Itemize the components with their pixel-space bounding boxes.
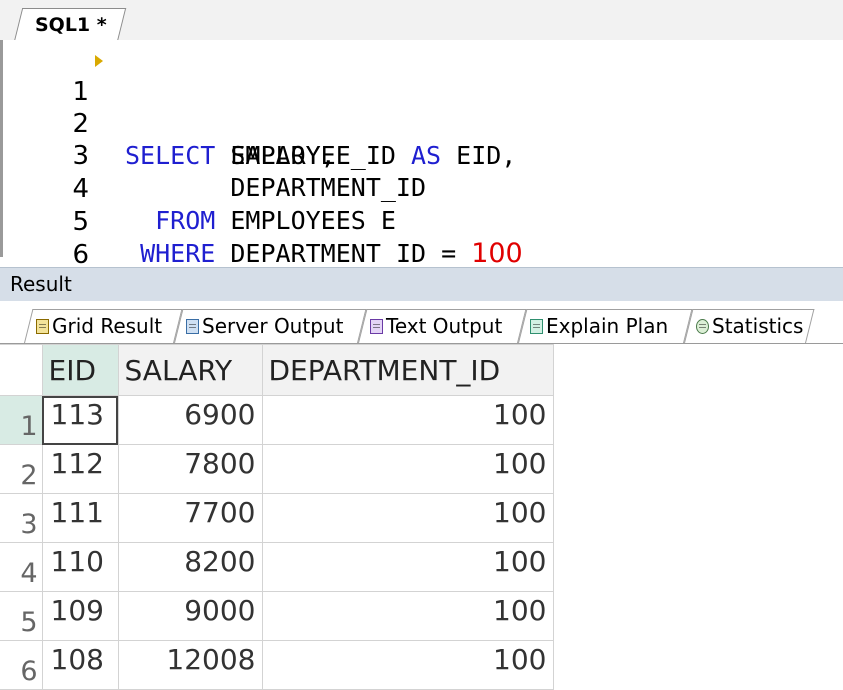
result-panel-title: Result (10, 272, 72, 296)
tab-label: Server Output (202, 314, 344, 338)
code-line[interactable]: 2 SALARY, (3, 76, 843, 170)
result-tab-bar: Grid Result Server Output Text Output Ex… (0, 301, 843, 344)
grid-result-icon (36, 318, 49, 334)
column-header-department-id[interactable]: DEPARTMENT_ID (261, 344, 554, 396)
cell-salary[interactable]: 7800 (117, 444, 263, 494)
table-row[interactable]: 3 111 7700 100 (0, 493, 554, 543)
code-line[interactable]: 4 FROM EMPLOYEES E (3, 141, 843, 235)
table-row[interactable]: 5 109 9000 100 (0, 591, 554, 641)
sql-identifier: DEPARTMENT_ID = (215, 239, 472, 268)
code-line[interactable]: 1 SELECT EMPLOYEE_ID AS EID, (3, 44, 843, 170)
cell-eid[interactable]: 110 (41, 542, 119, 592)
cell-salary[interactable]: 9000 (117, 591, 263, 641)
row-number[interactable]: 1 (0, 395, 43, 445)
result-table: EID SALARY DEPARTMENT_ID 1 113 6900 100 … (0, 344, 554, 690)
sql-number-literal: 100 (471, 238, 523, 269)
cell-eid[interactable]: 112 (41, 444, 119, 494)
cell-department-id[interactable]: 100 (261, 395, 554, 445)
editor-tab-bar: SQL1 * (0, 0, 843, 41)
cell-salary[interactable]: 7700 (117, 493, 263, 543)
row-number[interactable]: 2 (0, 444, 43, 494)
cell-eid[interactable]: 109 (41, 591, 119, 641)
tab-label: Grid Result (52, 314, 163, 338)
row-number[interactable]: 4 (0, 542, 43, 592)
row-number[interactable]: 6 (0, 640, 43, 690)
tab-server-output[interactable]: Server Output (174, 309, 367, 343)
table-row[interactable]: 2 112 7800 100 (0, 444, 554, 494)
column-header-salary[interactable]: SALARY (117, 344, 263, 396)
table-header-row: EID SALARY DEPARTMENT_ID (0, 344, 554, 396)
row-number[interactable]: 3 (0, 493, 43, 543)
cell-eid[interactable]: 113 (41, 395, 119, 445)
table-row[interactable]: 1 113 6900 100 (0, 395, 554, 445)
cell-department-id[interactable]: 100 (261, 591, 554, 641)
column-header-eid[interactable]: EID (41, 344, 119, 396)
cell-eid[interactable]: 108 (41, 640, 119, 690)
code-line[interactable]: 6 ORDER BY EID DESC; (3, 207, 843, 301)
tab-label: Explain Plan (546, 314, 669, 338)
tab-sql1-label: SQL1 * (34, 14, 107, 36)
sql-keyword: WHERE (140, 239, 216, 268)
cell-department-id[interactable]: 100 (261, 640, 554, 690)
tab-statistics[interactable]: Statistics (684, 309, 815, 343)
grid-corner[interactable] (0, 344, 43, 396)
cell-department-id[interactable]: 100 (261, 542, 554, 592)
explain-plan-icon (530, 318, 543, 334)
server-output-icon (186, 318, 199, 334)
table-row[interactable]: 6 108 12008 100 (0, 640, 554, 690)
cell-department-id[interactable]: 100 (261, 493, 554, 543)
text-output-icon (370, 318, 383, 334)
code-text: WHERE DEPARTMENT_ID = 100 (125, 238, 523, 270)
statistics-icon (696, 318, 709, 334)
code-line[interactable]: 5 WHERE DEPARTMENT_ID = 100 (3, 174, 843, 269)
cell-salary[interactable]: 12008 (117, 640, 263, 690)
tab-label: Text Output (386, 314, 503, 338)
result-panel-header: Result (0, 267, 843, 302)
row-number[interactable]: 5 (0, 591, 43, 641)
tab-sql1[interactable]: SQL1 * (14, 8, 126, 41)
sql-editor[interactable]: 1 SELECT EMPLOYEE_ID AS EID, 2 SALARY, 3… (0, 40, 843, 301)
cell-salary[interactable]: 6900 (117, 395, 263, 445)
execution-arrow-icon (95, 55, 103, 67)
result-grid[interactable]: EID SALARY DEPARTMENT_ID 1 113 6900 100 … (0, 344, 554, 690)
tab-grid-result[interactable]: Grid Result (24, 309, 183, 343)
tab-explain-plan[interactable]: Explain Plan (518, 309, 693, 343)
cell-department-id[interactable]: 100 (261, 444, 554, 494)
table-row[interactable]: 4 110 8200 100 (0, 542, 554, 592)
cell-eid[interactable]: 111 (41, 493, 119, 543)
cell-salary[interactable]: 8200 (117, 542, 263, 592)
code-line[interactable]: 3 DEPARTMENT_ID (3, 108, 843, 202)
tab-text-output[interactable]: Text Output (358, 309, 527, 343)
tab-label: Statistics (712, 314, 804, 338)
